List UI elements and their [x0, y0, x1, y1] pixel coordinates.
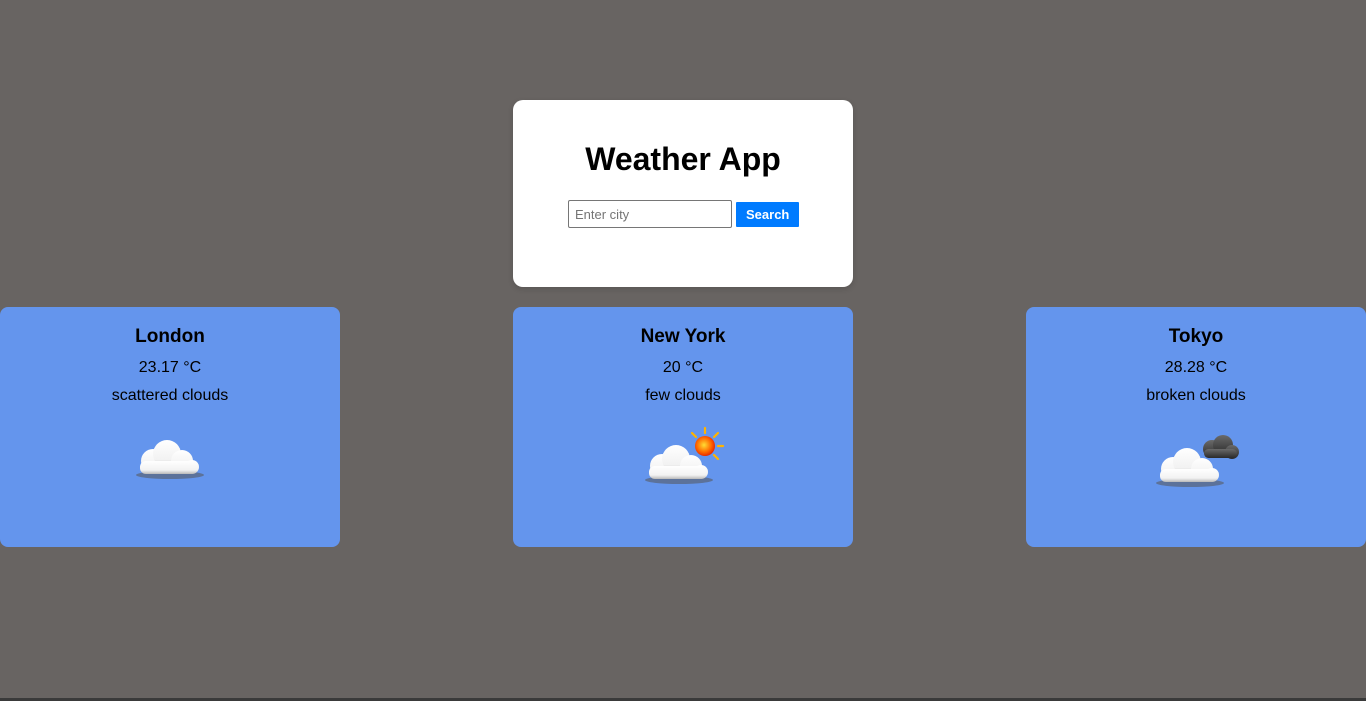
- broken-clouds-icon: [1156, 435, 1239, 487]
- city-name: New York: [640, 326, 726, 347]
- city-name: Tokyo: [1168, 326, 1224, 347]
- temperature: 20 °C: [662, 359, 704, 376]
- few-clouds-icon: [645, 427, 725, 484]
- weather-card-tokyo: Tokyo 28.28 °C broken clouds: [1026, 307, 1366, 547]
- temperature: 28.28 °C: [1164, 359, 1228, 376]
- weather-card-london: London 23.17 °C scattered clouds: [0, 307, 340, 547]
- search-panel: Weather App Search: [513, 100, 853, 287]
- weather-card-new-york: New York 20 °C few clouds: [513, 307, 853, 547]
- temperature: 23.17 °C: [138, 359, 202, 376]
- weather-description: broken clouds: [1146, 387, 1246, 404]
- page-title: Weather App: [585, 141, 781, 177]
- weather-description: few clouds: [645, 387, 721, 404]
- city-search-input[interactable]: [568, 200, 732, 228]
- search-button[interactable]: Search: [736, 202, 800, 227]
- search-row: Search: [568, 200, 800, 228]
- scattered-clouds-icon: [136, 440, 204, 479]
- weather-description: scattered clouds: [111, 387, 229, 404]
- city-name: London: [135, 326, 205, 347]
